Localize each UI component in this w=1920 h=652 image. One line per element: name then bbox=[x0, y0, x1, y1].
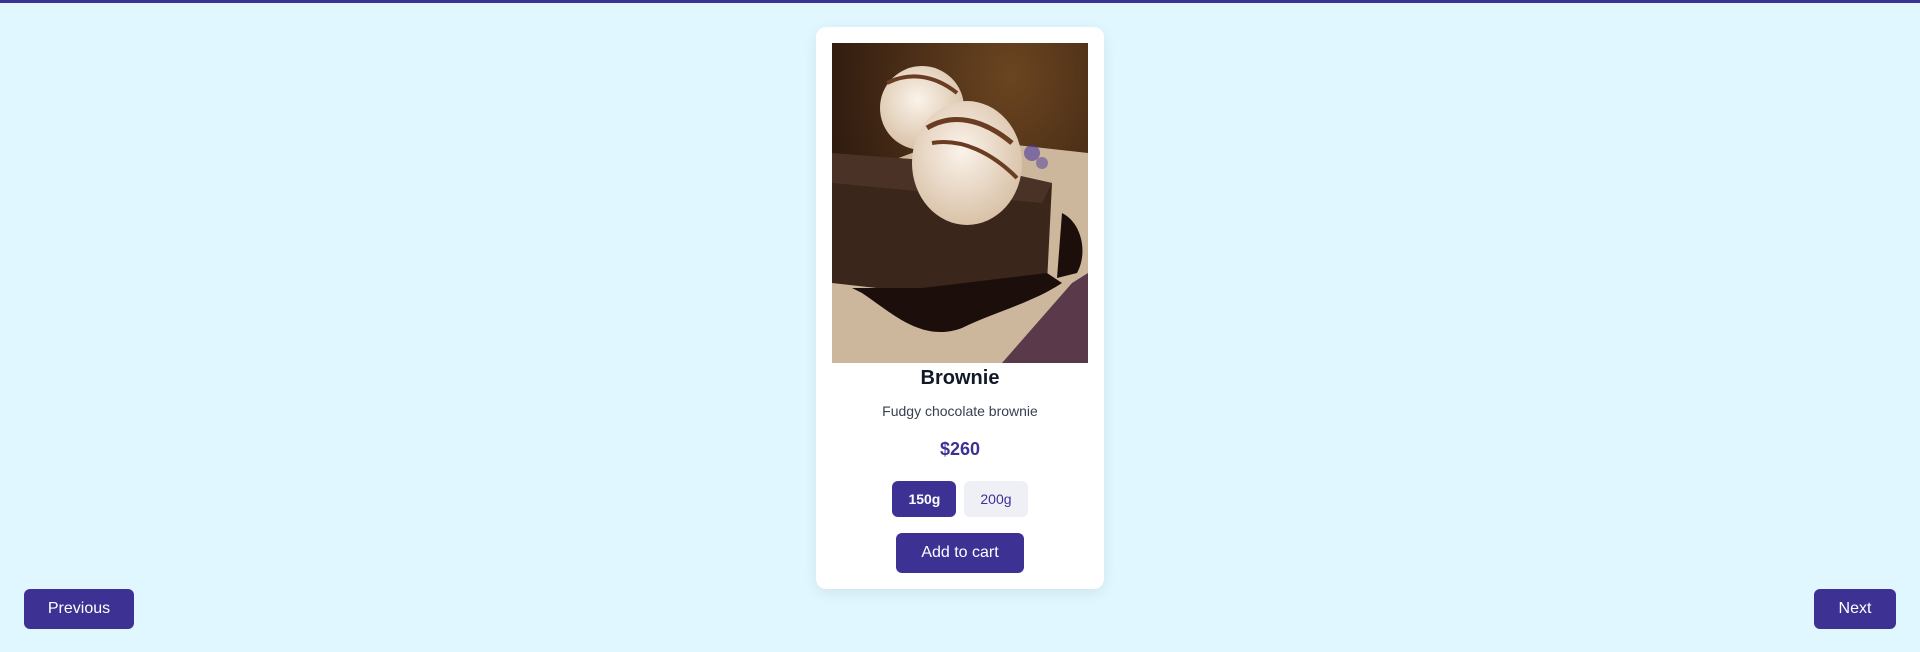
product-description: Fudgy chocolate brownie bbox=[882, 403, 1038, 419]
variant-selector: 150g 200g bbox=[816, 481, 1104, 517]
product-card: Brownie Fudgy chocolate brownie $260 150… bbox=[816, 27, 1104, 589]
next-button[interactable]: Next bbox=[1814, 589, 1896, 629]
product-title: Brownie bbox=[920, 367, 1000, 389]
product-image bbox=[832, 43, 1088, 363]
variant-200g-button[interactable]: 200g bbox=[964, 481, 1028, 517]
variant-150g-button[interactable]: 150g bbox=[892, 481, 957, 517]
product-price: $260 bbox=[939, 439, 981, 459]
previous-button[interactable]: Previous bbox=[24, 589, 134, 629]
add-to-cart-button[interactable]: Add to cart bbox=[896, 533, 1024, 573]
